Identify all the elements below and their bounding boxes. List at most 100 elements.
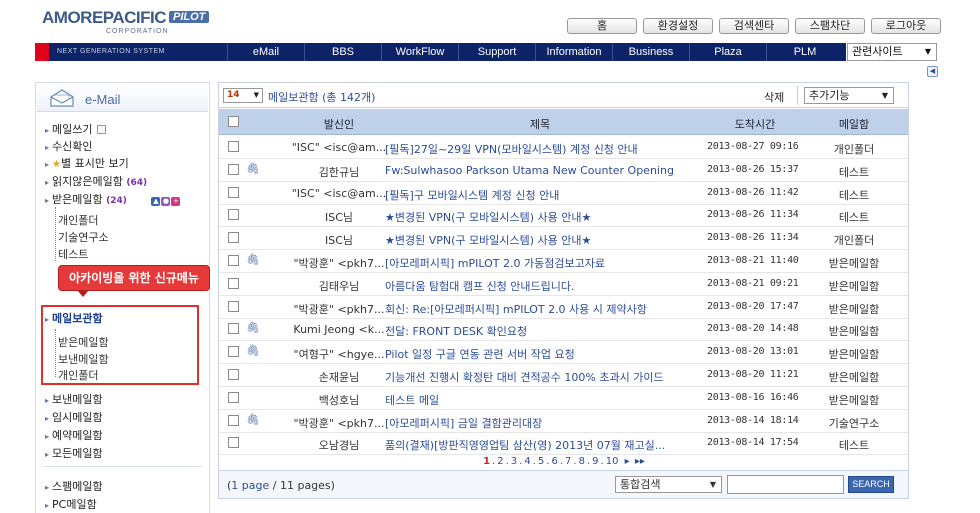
row-sender[interactable]: "ISC" <isc@am... (279, 187, 399, 200)
add-folder-icon[interactable]: + (171, 197, 181, 206)
per-page-select[interactable]: 14 ▼ (223, 88, 263, 103)
select-all-checkbox[interactable] (228, 116, 239, 127)
row-sender[interactable]: ISC님 (279, 232, 399, 248)
nav-item-information[interactable]: Information (535, 43, 612, 61)
row-subject[interactable]: 전달: FRONT DESK 확인요청 (385, 323, 705, 339)
sidebar-item-sent[interactable]: ▸ 보낸메일함 (45, 391, 103, 407)
row-subject[interactable]: ★변경된 VPN(구 모바일시스템) 사용 안내★ (385, 232, 705, 248)
row-checkbox[interactable] (228, 141, 239, 152)
row-sender[interactable]: 손재윤님 (279, 369, 399, 385)
search-type-select[interactable]: 통합검색 ▼ (615, 476, 722, 493)
sidebar-item-all[interactable]: ▸ 모든메일함 (45, 445, 103, 461)
sidebar-item-scheduled[interactable]: ▸ 예약메일함 (45, 427, 103, 443)
page-link[interactable]: 8 (579, 456, 585, 467)
row-subject[interactable]: [아모레퍼시픽] mPILOT 2.0 가동점검보고자료 (385, 255, 705, 271)
delete-button[interactable]: 삭제 (764, 89, 784, 105)
row-subject[interactable]: ★변경된 VPN(구 모바일시스템) 사용 안내★ (385, 209, 705, 225)
row-checkbox[interactable] (228, 255, 239, 266)
row-sender[interactable]: "박광훈" <pkh7... (279, 415, 399, 431)
row-checkbox[interactable] (228, 437, 239, 449)
sidebar-item-starred[interactable]: ▸ ★별 표시만 보기 (45, 155, 129, 171)
sidebar-item-compose[interactable]: ▸ 메일쓰기 (45, 121, 106, 137)
table-row[interactable]: 김태우님 아름다움 탐험대 캠프 신청 안내드립니다. 2013-08-21 09:… (219, 273, 908, 296)
row-sender[interactable]: "여형구" <hgye... (279, 346, 399, 362)
row-checkbox[interactable] (228, 414, 239, 426)
page-link[interactable]: 3 (511, 456, 517, 467)
row-subject[interactable]: 품의(결재)[방판직영영업팀 삼산(영) 2013년 07월 재고실... (385, 437, 705, 453)
page-link[interactable]: 1 (483, 456, 490, 467)
table-row[interactable]: 오남경님 품의(결재)[방판직영영업팀 삼산(영) 2013년 07월 재고실..… (219, 432, 908, 456)
sidebar-item-unread[interactable]: ▸ 읽지않은메일함 (64) (45, 173, 147, 189)
row-subject[interactable]: [필독]구 모바일시스템 계정 신청 안내 (385, 187, 705, 203)
search-center-button[interactable]: 검색센타 (719, 18, 789, 34)
row-subject[interactable]: 아름다움 탐험대 캠프 신청 안내드립니다. (385, 278, 705, 294)
last-page-icon[interactable]: ▸▸ (635, 456, 645, 467)
home-button[interactable]: 홈 (567, 18, 637, 34)
row-subject[interactable]: [아모레퍼시픽] 금일 결함관리대장 (385, 415, 705, 431)
spam-block-button[interactable]: 스팸차단 (795, 18, 865, 34)
sidebar-subitem-rnd[interactable]: 기술연구소 (58, 229, 109, 245)
next-page-icon[interactable]: ▸ (625, 456, 630, 467)
sidebar-item-read-check[interactable]: ▸ 수신확인 (45, 138, 93, 154)
move-up-icon[interactable]: ▲ (151, 197, 161, 206)
related-site-select[interactable]: 관련사이트 ▼ (847, 43, 937, 61)
sidebar-item-inbox[interactable]: ▸ 받은메일함 (24) ▲ ● + (45, 191, 181, 207)
table-row[interactable]: 🖇 "박광훈" <pkh7... [아모레퍼시픽] mPILOT 2.0 가동점검보… (219, 250, 908, 273)
row-sender[interactable]: 백성호님 (279, 392, 399, 408)
table-row[interactable]: ISC님 ★변경된 VPN(구 모바일시스템) 사용 안내★ 2013-08-26 … (219, 227, 908, 251)
sidebar-subitem-personal[interactable]: 개인폴더 (58, 212, 98, 228)
settings-button[interactable]: 환경설정 (643, 18, 713, 34)
table-row[interactable]: 🖇 "박광훈" <pkh7... [아모레퍼시픽] 금일 결함관리대장 2013-08… (219, 410, 908, 433)
sidebar-item-drafts[interactable]: ▸ 임시메일함 (45, 409, 103, 425)
add-function-select[interactable]: 추가기능 ▼ (804, 87, 894, 104)
sidebar-item-pc[interactable]: ▸ PC메일함 (45, 496, 97, 512)
nav-item-workflow[interactable]: WorkFlow (381, 43, 458, 61)
sidebar-item-spam[interactable]: ▸ 스팸메일함 (45, 478, 103, 494)
table-row[interactable]: "ISC" <isc@am... [필독]27일~29일 VPN(모바일시스템) … (219, 136, 908, 159)
table-row[interactable]: ISC님 ★변경된 VPN(구 모바일시스템) 사용 안내★ 2013-08-26 … (219, 204, 908, 228)
row-subject[interactable]: 테스트 메일 (385, 392, 705, 408)
row-subject[interactable]: Fw:Sulwhasoo Parkson Utama New Counter O… (385, 164, 705, 177)
table-row[interactable]: 🖇 Kumi Jeong <k... 전달: FRONT DESK 확인요청 2013… (219, 318, 908, 342)
search-input[interactable] (727, 475, 844, 494)
row-sender[interactable]: "ISC" <isc@am... (279, 141, 399, 154)
row-sender[interactable]: 오남경님 (279, 437, 399, 453)
page-link[interactable]: 2 (497, 456, 503, 467)
row-checkbox[interactable] (228, 186, 239, 198)
page-link[interactable]: 7 (565, 456, 571, 467)
row-checkbox[interactable] (228, 232, 239, 244)
row-subject[interactable]: 기능개선 진행시 확정탄 대비 견적공수 100% 초과시 가이드 (385, 369, 705, 385)
row-sender[interactable]: Kumi Jeong <k... (279, 323, 399, 336)
row-sender[interactable]: 김태우님 (279, 278, 399, 294)
header-subject[interactable]: 제목 (385, 116, 695, 132)
compose-window-icon[interactable] (96, 125, 106, 134)
row-checkbox[interactable] (228, 346, 239, 358)
row-checkbox[interactable] (228, 391, 239, 403)
row-checkbox[interactable] (228, 300, 239, 312)
logout-button[interactable]: 로그아웃 (871, 18, 941, 34)
row-checkbox[interactable] (228, 323, 239, 335)
folder-settings-icon[interactable]: ● (161, 197, 171, 206)
page-link[interactable]: 4 (524, 456, 530, 467)
row-subject[interactable]: Pilot 일정 구글 연동 관련 서버 작업 요청 (385, 346, 705, 362)
table-row[interactable]: "ISC" <isc@am... [필독]구 모바일시스템 계정 신청 안내 201… (219, 182, 908, 205)
nav-item-bbs[interactable]: BBS (304, 43, 381, 61)
row-checkbox[interactable] (228, 163, 239, 175)
nav-item-plm[interactable]: PLM (766, 43, 843, 61)
table-row[interactable]: 🖇 "여형구" <hgye... Pilot 일정 구글 연동 관련 서버 작업 요… (219, 341, 908, 365)
row-checkbox[interactable] (228, 369, 239, 380)
table-row[interactable]: 백성호님 테스트 메일 2013-08-16 16:46 받은메일함 (219, 387, 908, 410)
table-row[interactable]: 손재윤님 기능개선 진행시 확정탄 대비 견적공수 100% 초과시 가이드 201… (219, 364, 908, 387)
collapse-panel-icon[interactable]: ◀ (927, 66, 938, 77)
nav-item-plaza[interactable]: Plaza (689, 43, 766, 61)
row-sender[interactable]: "박광훈" <pkh7... (279, 301, 399, 317)
page-link[interactable]: 5 (538, 456, 544, 467)
table-row[interactable]: 🖇 김한규님 Fw:Sulwhasoo Parkson Utama New Coun… (219, 159, 908, 182)
page-link[interactable]: 10 (606, 456, 619, 467)
row-checkbox[interactable] (228, 209, 239, 221)
app-logo[interactable]: AMOREPACIFIC PILOT CORPORATION (42, 8, 212, 38)
header-mailbox[interactable]: 메일함 (806, 116, 902, 132)
row-sender[interactable]: 김한규님 (279, 164, 399, 180)
row-checkbox[interactable] (228, 277, 239, 289)
row-subject[interactable]: 회신: Re:[아모레퍼시픽] mPILOT 2.0 사용 시 제약사항 (385, 301, 705, 317)
